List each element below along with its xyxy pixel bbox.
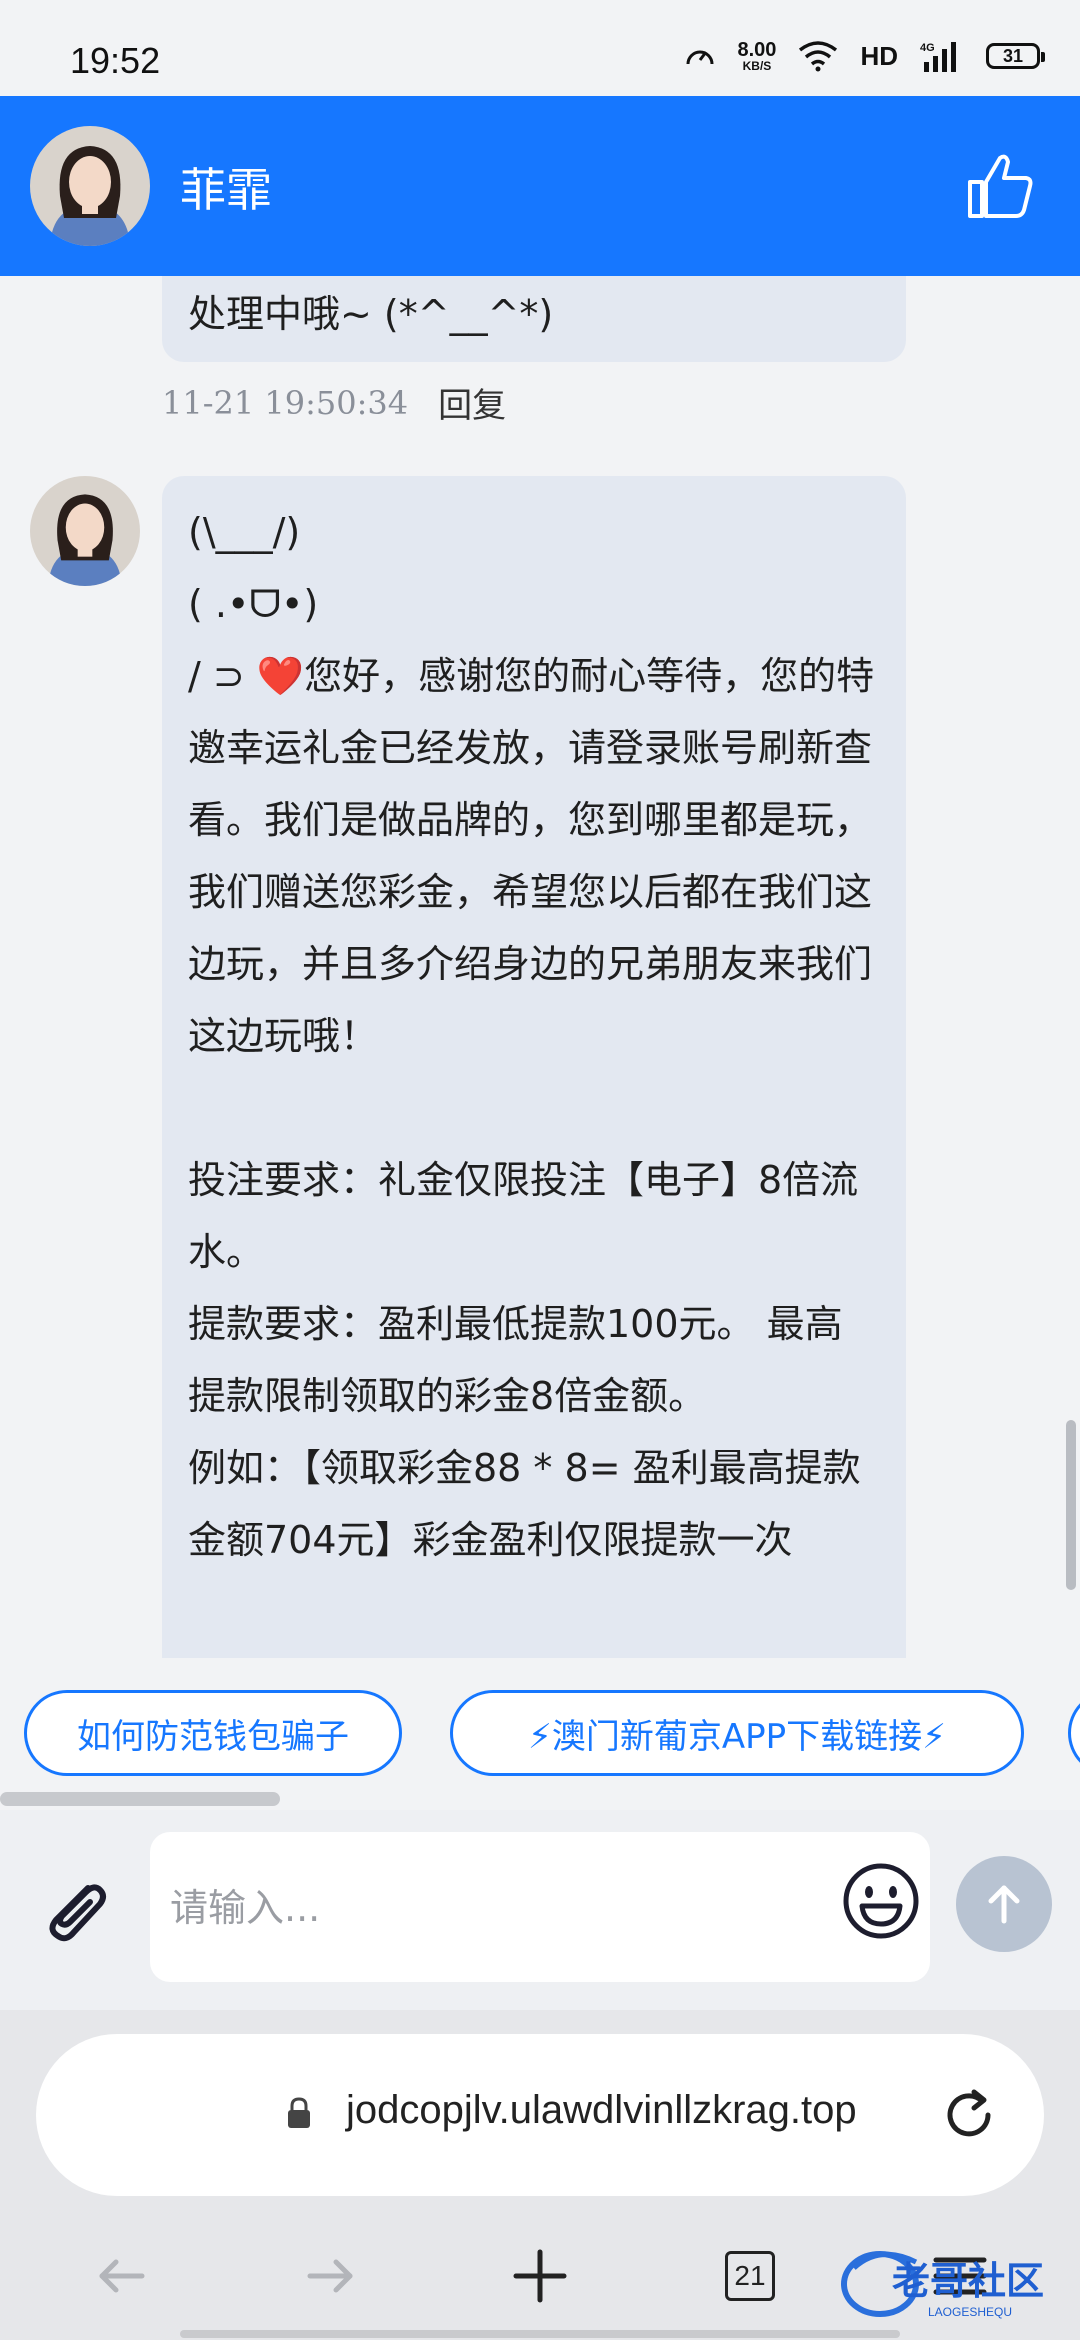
message-line: 提款要求：盈利最低提款100元。 最高提款限制领取的彩金8倍金额。 — [188, 1302, 843, 1418]
url-text[interactable]: jodcopjlv.ulawdlvinllzkrag.top — [346, 2088, 857, 2133]
watermark-subtext: LAOGESHEQU — [928, 2305, 1012, 2319]
svg-text:4G: 4G — [920, 42, 935, 54]
message-line: / ⊃ ❤️您好，感谢您的耐心等待，您的特邀幸运礼金已经发放，请登录账号刷新查看… — [188, 640, 880, 1072]
message-bubble: 处理中哦~ (*^__^*) — [162, 276, 906, 362]
greeting-text: 您好，感谢您的耐心等待，您的特邀幸运礼金已经发放，请登录账号刷新查看。我们是做品… — [188, 654, 875, 1058]
message-input-box — [150, 1832, 930, 1982]
wifi-icon — [799, 41, 838, 72]
input-area — [0, 1810, 1080, 2010]
message-line: ( .•ᗜ•) — [188, 582, 319, 626]
message-list[interactable]: 处理中哦~ (*^__^*) 11-21 19:50:34 回复 (\___/)… — [0, 276, 1080, 1658]
thumb-up-button[interactable] — [960, 146, 1040, 226]
back-button[interactable] — [82, 2236, 162, 2316]
watermark-text: 老哥社区 — [892, 2259, 1044, 2303]
message-line — [188, 1072, 880, 1144]
hd-indicator: HD — [860, 40, 898, 71]
arm-text: / ⊃ — [188, 654, 257, 698]
contact-name: 菲霏 — [180, 163, 272, 217]
quick-reply-chip[interactable] — [1068, 1690, 1080, 1776]
thumb-up-icon — [968, 154, 1033, 218]
forward-button[interactable] — [290, 2236, 370, 2316]
status-icons: 8.00 KB/S HD 4G 31 — [684, 40, 1045, 72]
quick-reply-chip[interactable]: 如何防范钱包骗子 — [24, 1690, 402, 1776]
message-line: (\___/) — [188, 510, 301, 554]
quick-reply-bar[interactable]: 如何防范钱包骗子 ⚡澳门新葡京APP下载链接⚡ — [0, 1658, 1080, 1788]
tabs-button[interactable]: 21 — [710, 2236, 790, 2316]
attach-button[interactable] — [36, 1870, 116, 1950]
plus-icon — [513, 2249, 567, 2303]
chat-header: 菲霏 — [0, 96, 1080, 276]
message-line: 投注要求：礼金仅限投注【电子】8倍流水。 — [188, 1158, 859, 1274]
reply-link[interactable]: 回复 — [438, 378, 506, 427]
net-speed: 8.00 KB/S — [738, 40, 777, 72]
new-tab-button[interactable] — [500, 2236, 580, 2316]
lock-icon — [288, 2097, 310, 2128]
status-bar: 19:52 8.00 KB/S HD 4G 31 — [0, 0, 1080, 96]
scrollbar[interactable] — [1066, 1420, 1076, 1590]
battery-icon: 31 — [986, 43, 1045, 69]
arrow-up-icon — [988, 1885, 1020, 1924]
net-speed-unit: KB/S — [742, 59, 772, 73]
smiley-icon — [843, 1863, 919, 1939]
message-time: 11-21 19:50:34 — [162, 383, 409, 422]
sender-avatar[interactable] — [30, 476, 140, 586]
message-meta: 11-21 19:50:34 回复 — [162, 378, 506, 427]
address-bar[interactable]: jodcopjlv.ulawdlvinllzkrag.top — [36, 2034, 1044, 2196]
chip-scrollbar[interactable] — [0, 1792, 280, 1806]
heart-icon: ❤️ — [256, 654, 305, 698]
signal-icon: 4G — [920, 42, 956, 72]
emoji-button[interactable] — [840, 1860, 922, 1942]
contact-avatar[interactable] — [30, 126, 150, 246]
message-input[interactable] — [168, 1867, 772, 1949]
quick-reply-chip[interactable]: ⚡澳门新葡京APP下载链接⚡ — [450, 1690, 1024, 1776]
watermark-logo: 老哥社区 LAOGESHEQU — [841, 2251, 1044, 2319]
home-indicator[interactable] — [180, 2330, 900, 2338]
arrow-right-icon — [307, 2259, 353, 2293]
message-line: 例如：【领取彩金88 * 8= 盈利最高提款金额704元】彩金盈利仅限提款一次 — [188, 1446, 861, 1562]
status-time: 19:52 — [70, 40, 161, 81]
reload-icon[interactable] — [938, 2084, 1000, 2146]
net-speed-value: 8.00 — [737, 39, 777, 61]
message-text: 处理中哦~ (*^__^*) — [188, 292, 554, 336]
paperclip-icon — [49, 1884, 106, 1942]
send-button[interactable] — [956, 1856, 1052, 1952]
speedometer-icon — [686, 50, 713, 65]
arrow-left-icon — [99, 2259, 145, 2293]
message-bubble: (\___/) ( .•ᗜ•) / ⊃ ❤️您好，感谢您的耐心等待，您的特邀幸运… — [162, 476, 906, 1658]
tab-count: 21 — [725, 2251, 775, 2301]
